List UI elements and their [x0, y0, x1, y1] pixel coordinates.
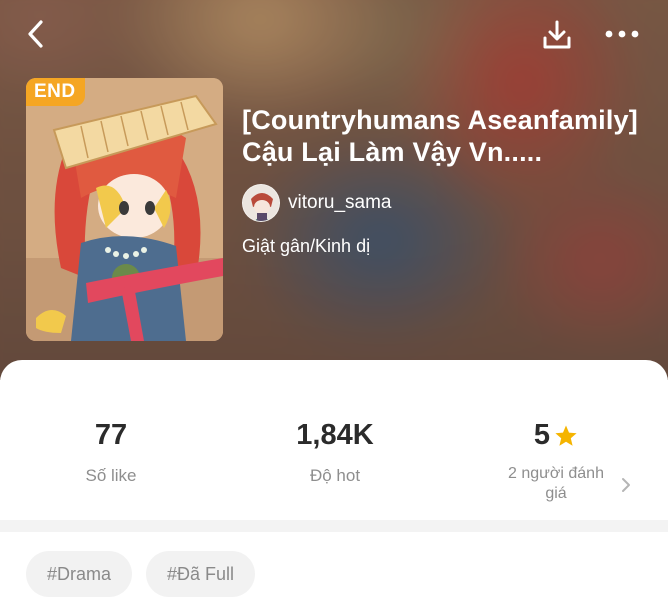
- rating-label-line-2: giá: [545, 485, 567, 502]
- book-cover[interactable]: END: [26, 78, 223, 341]
- end-badge: END: [26, 78, 85, 106]
- hot-stat: 1,84K Độ hot: [264, 418, 406, 486]
- author-avatar: [242, 184, 280, 222]
- rating-label-line-1: 2 người đánh: [508, 465, 604, 482]
- top-bar: [0, 0, 668, 70]
- likes-count: 77: [94, 419, 128, 451]
- more-options-button[interactable]: [602, 16, 642, 52]
- likes-label: Số like: [85, 466, 137, 485]
- tag-list: #Drama #Đã Full: [26, 551, 269, 597]
- genre-label[interactable]: Giật gân/Kinh dị: [242, 236, 370, 257]
- book-title-line-1: [Countryhumans Aseanfamily]: [242, 105, 638, 135]
- tag-drama[interactable]: #Drama: [26, 551, 133, 597]
- book-title-line-2: Cậu Lại Làm Vậy Vn.....: [242, 137, 543, 167]
- download-button[interactable]: [538, 16, 576, 54]
- author-link[interactable]: vitoru_sama: [242, 183, 392, 223]
- section-divider: [0, 520, 668, 532]
- stats-panel: 77 Số like 1,84K Độ hot 5 2 người đánh g…: [0, 360, 668, 520]
- rating-value: 5: [533, 419, 551, 451]
- tag-completed[interactable]: #Đã Full: [146, 551, 256, 597]
- author-name: vitoru_sama: [288, 192, 392, 213]
- chevron-right-icon[interactable]: [620, 476, 632, 494]
- back-button[interactable]: [18, 16, 54, 52]
- hot-count: 1,84K: [296, 419, 374, 451]
- rating-stat[interactable]: 5 2 người đánh giá: [488, 418, 624, 504]
- hot-label: Độ hot: [309, 466, 361, 485]
- avatar-image: [243, 185, 279, 221]
- more-horizontal-icon: [605, 30, 639, 38]
- chevron-left-icon: [28, 20, 43, 48]
- download-icon: [543, 20, 571, 49]
- star-icon: [555, 425, 577, 446]
- likes-stat: 77 Số like: [51, 418, 171, 486]
- book-title: [Countryhumans Aseanfamily] Cậu Lại Làm …: [242, 104, 652, 168]
- cover-illustration: [26, 78, 223, 341]
- rating-label: 2 người đánh giá: [488, 464, 624, 504]
